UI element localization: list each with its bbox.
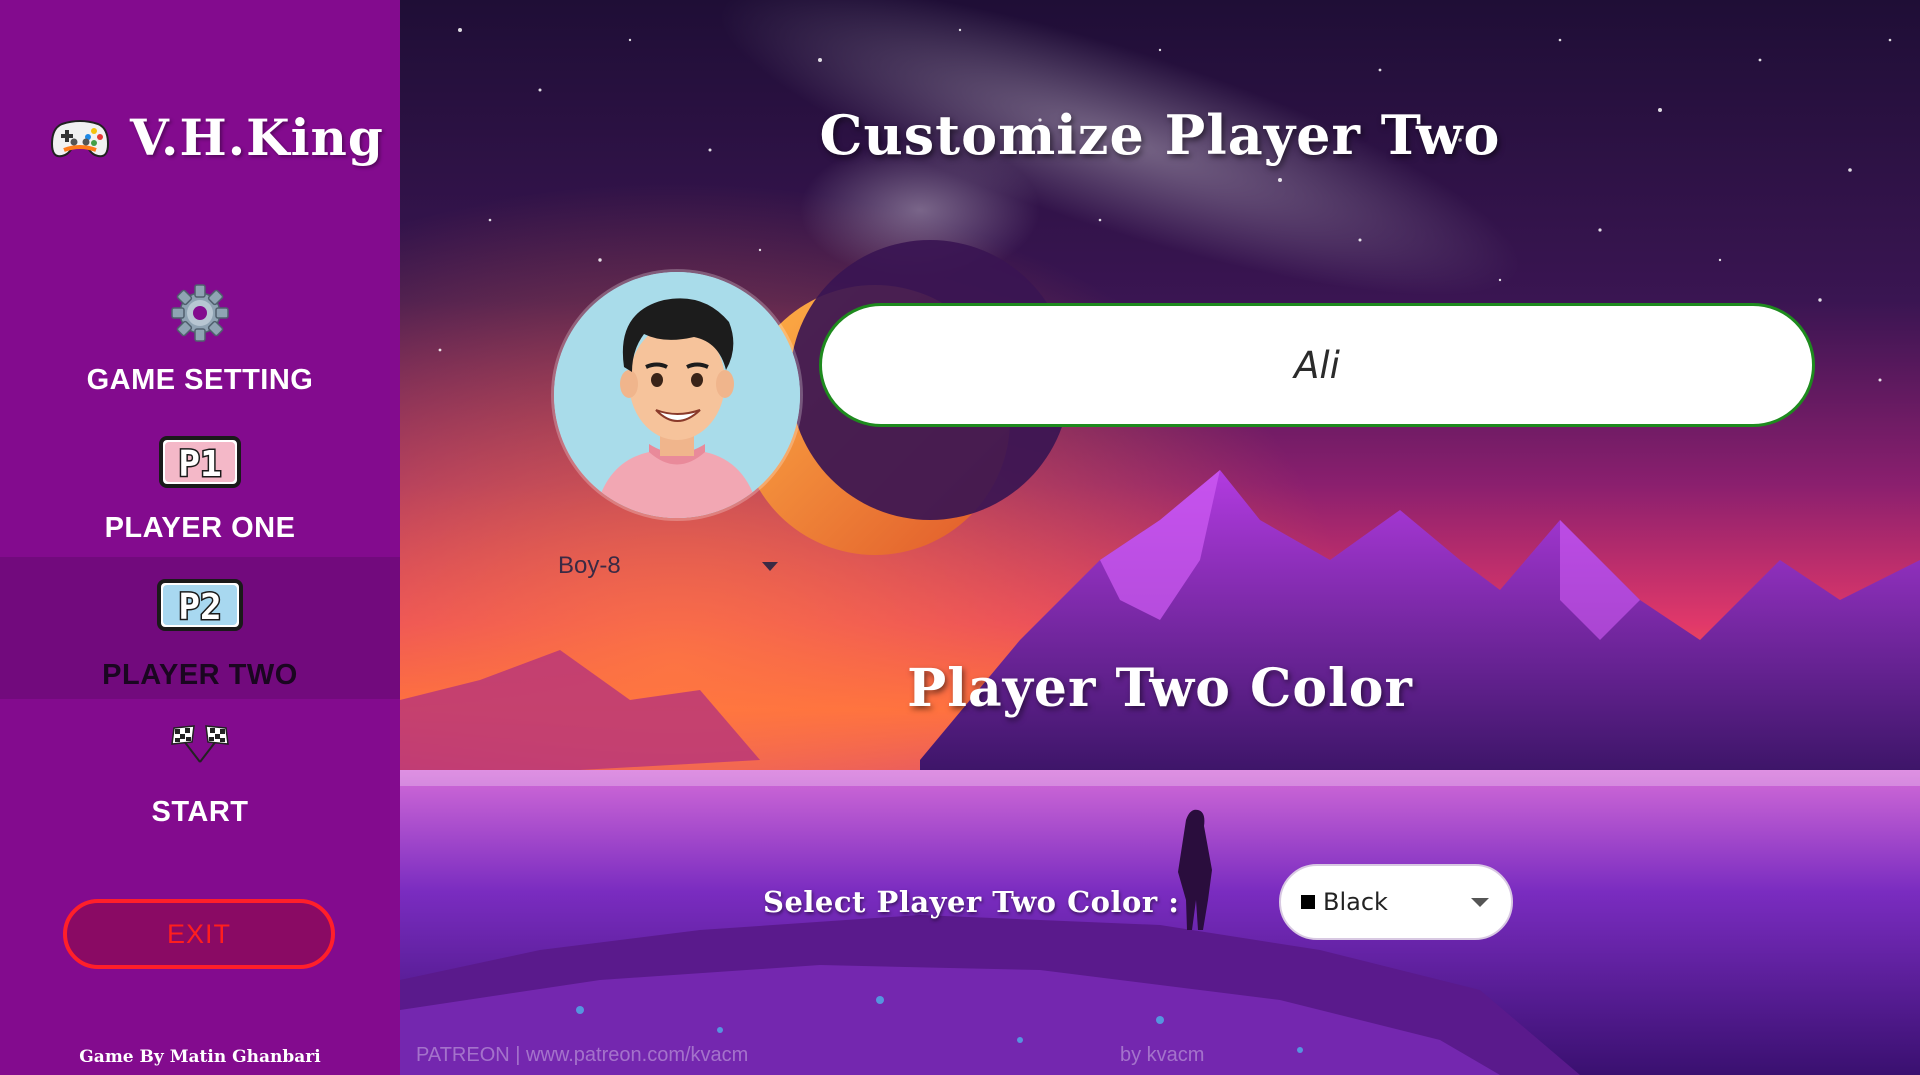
checkered-flags-icon: [171, 725, 229, 763]
color-select-label: Select Player Two Color :: [763, 885, 1180, 919]
p2-badge-icon: P2: [157, 579, 243, 631]
brand: V.H.King: [50, 108, 384, 167]
nav-start-label: START: [151, 796, 249, 828]
svg-text:P1: P1: [178, 444, 221, 485]
nav-player-two[interactable]: P2 PLAYER TWO: [0, 557, 400, 699]
svg-text:P2: P2: [178, 587, 221, 628]
color-section-title: Player Two Color: [907, 658, 1413, 719]
nav-game-setting-label: GAME SETTING: [86, 364, 314, 396]
nav-player-two-label: PLAYER TWO: [102, 659, 298, 691]
exit-button[interactable]: EXIT: [63, 899, 335, 969]
player-avatar: [554, 272, 800, 518]
color-select-value: Black: [1323, 888, 1388, 916]
page-title: Customize Player Two: [819, 103, 1501, 167]
chevron-down-icon: [1471, 897, 1489, 907]
p1-badge-icon: P1: [159, 436, 241, 488]
avatar-select-value: Boy-8: [558, 552, 621, 579]
nav-game-setting[interactable]: GAME SETTING: [0, 282, 400, 412]
nav-player-one-label: PLAYER ONE: [104, 512, 296, 544]
color-select[interactable]: Black: [1279, 864, 1513, 940]
main-panel: Customize Player Two Boy-8 Player Two Co…: [400, 0, 1920, 1075]
watermark-center: by kvacm: [1120, 1044, 1205, 1066]
nav-player-one[interactable]: P1 PLAYER ONE: [0, 436, 400, 546]
gamepad-icon: [50, 119, 110, 157]
sidebar: V.H.King GAME SETTING P1 PLAYER ONE P2 P…: [0, 0, 400, 1075]
chevron-down-icon: [762, 561, 778, 571]
player-name-input[interactable]: [819, 303, 1815, 427]
gear-icon: [171, 284, 229, 342]
color-swatch: [1301, 895, 1315, 909]
watermark-left: PATREON | www.patreon.com/kvacm: [416, 1044, 749, 1066]
credit-text: Game By Matin Ghanbari: [79, 1047, 321, 1067]
avatar-select[interactable]: Boy-8: [558, 546, 788, 586]
nav-start[interactable]: START: [0, 724, 400, 844]
avatar-boy-icon: [554, 272, 800, 518]
brand-title: V.H.King: [130, 108, 384, 167]
